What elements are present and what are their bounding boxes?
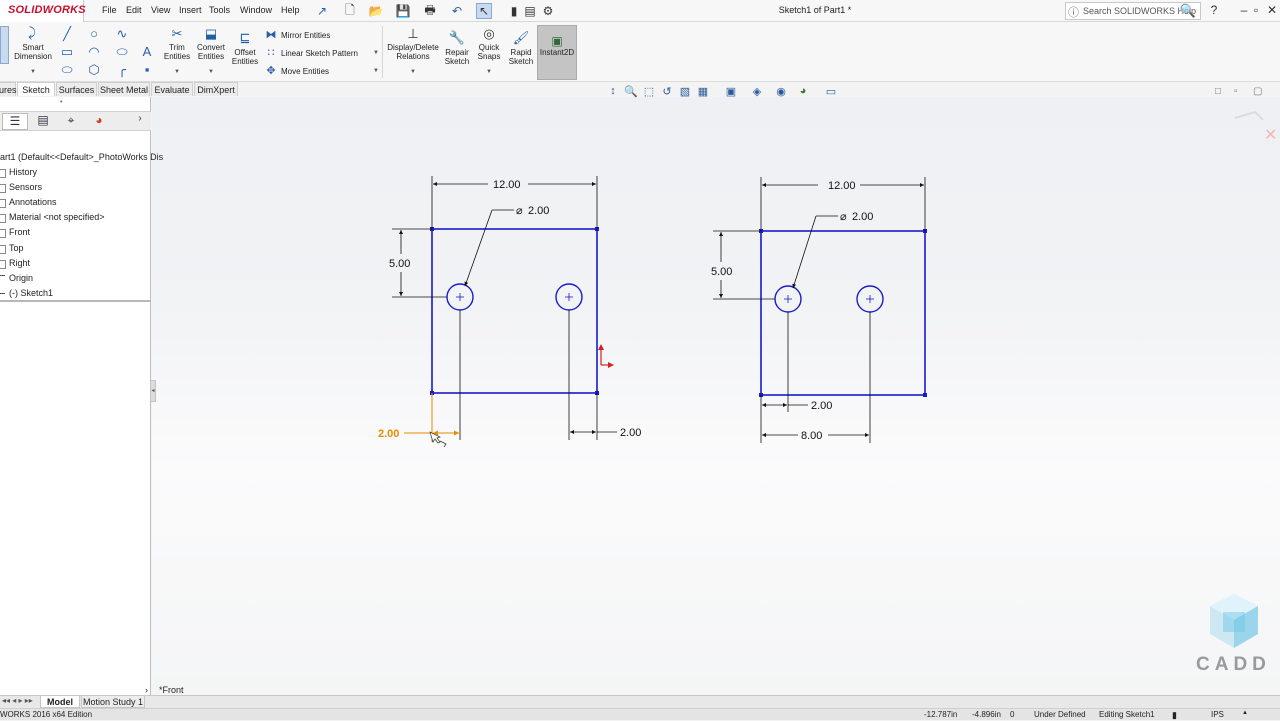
chevron-right-icon[interactable]: › (145, 685, 148, 695)
annotations-icon (0, 199, 6, 208)
origin-icon (0, 275, 5, 279)
right-left-offset-dimension[interactable]: 2.00 (811, 400, 832, 412)
sketch-svg: 12.00 ⌀ 2.00 5.00 2.00 2.00 12.00 ⌀ 2.00… (378, 110, 1277, 448)
bottom-tabs-bar: ◂◂ ◂ ▸ ▸▸ Model Motion Study 1 (0, 695, 1280, 708)
triad-hint-icon (1234, 110, 1264, 121)
left-height-dimension[interactable]: 5.00 (389, 258, 410, 270)
panel-grip-icon[interactable]: • (60, 99, 62, 106)
right-spacing-dimension[interactable]: 8.00 (801, 430, 822, 442)
status-units[interactable]: IPS (1211, 710, 1224, 719)
status-z-coordinate: 0 (1010, 710, 1015, 719)
tree-item-annotations[interactable]: Annotations (9, 197, 57, 207)
sensors-icon (0, 184, 6, 193)
active-dimension-value[interactable]: 2.00 (378, 428, 399, 440)
right-hole-diameter-symbol: ⌀ (840, 211, 847, 223)
view-name-label: *Front (159, 685, 184, 695)
tree-item-front-plane[interactable]: Front (9, 227, 30, 237)
sketch-icon (0, 293, 5, 297)
right-plane-icon (0, 260, 6, 269)
tree-item-material[interactable]: Material <not specified> (9, 212, 105, 222)
history-icon (0, 169, 6, 178)
status-edit-mode: Editing Sketch1 (1099, 710, 1155, 719)
property-manager-tab-icon[interactable]: ▤ (30, 113, 56, 130)
left-dimension-lines (392, 176, 617, 440)
tree-root-part[interactable]: art1 (Default<<Default>_PhotoWorks Dis (0, 152, 163, 162)
tree-item-right-plane[interactable]: Right (9, 258, 30, 268)
feature-manager-tabs: ☰ ▤ ⌖ ◕ › (0, 111, 151, 131)
tree-rollback-bar[interactable] (0, 300, 151, 302)
right-sketch-geometry[interactable] (759, 229, 927, 397)
panel-collapse-handle[interactable]: ◂ (150, 380, 156, 402)
right-hole-dimension[interactable]: 2.00 (852, 211, 873, 223)
tree-item-sketch1[interactable]: (-) Sketch1 (9, 288, 53, 298)
configuration-manager-tab-icon[interactable]: ⌖ (58, 113, 84, 130)
material-icon (0, 214, 6, 223)
status-sketch-state: Under Defined (1034, 710, 1086, 719)
tree-item-origin[interactable]: Origin (9, 273, 33, 283)
tab-motion-study-1[interactable]: Motion Study 1 (81, 696, 145, 708)
units-chevron-icon[interactable]: ▲ (1242, 710, 1248, 716)
cadd-logo-cube-icon (1210, 594, 1258, 648)
rebuild-status-icon[interactable]: ▮ (1172, 710, 1177, 721)
right-width-dimension[interactable]: 12.00 (828, 180, 856, 192)
display-manager-tab-icon[interactable]: ◕ (86, 113, 112, 130)
tab-scroll-arrows-icon[interactable]: ◂◂ ◂ ▸ ▸▸ (2, 696, 33, 705)
origin-marker (598, 344, 614, 368)
left-hole-dimension[interactable]: 2.00 (528, 205, 549, 217)
active-dimension[interactable] (404, 393, 459, 448)
left-width-dimension[interactable]: 12.00 (493, 179, 521, 191)
tab-model[interactable]: Model (40, 696, 80, 708)
tree-item-top-plane[interactable]: Top (9, 243, 24, 253)
status-x-coordinate: -12.787in (924, 710, 958, 719)
right-height-dimension[interactable]: 5.00 (711, 266, 732, 278)
tree-item-sensors[interactable]: Sensors (9, 182, 42, 192)
status-y-coordinate: -4.896in (972, 710, 1001, 719)
status-edition: WORKS 2016 x64 Edition (0, 710, 93, 719)
chevron-right-icon[interactable]: › (130, 113, 150, 130)
front-plane-icon (0, 229, 6, 238)
left-right-offset-dimension[interactable]: 2.00 (620, 427, 641, 439)
left-sketch-geometry[interactable] (430, 227, 599, 395)
top-plane-icon (0, 245, 6, 254)
confirm-corner-close-icon[interactable]: ✕ (1264, 127, 1277, 144)
left-hole-diameter-symbol: ⌀ (516, 205, 523, 217)
status-bar: WORKS 2016 x64 Edition -12.787in -4.896i… (0, 708, 1280, 720)
feature-tree-tab-icon[interactable]: ☰ (2, 113, 28, 130)
tree-item-history[interactable]: History (9, 167, 37, 177)
feature-manager-panel: • ☰ ▤ ⌖ ◕ › art1 (Default<<Default>_Phot… (0, 97, 163, 695)
cadd-watermark-text: CADD (1196, 654, 1271, 675)
